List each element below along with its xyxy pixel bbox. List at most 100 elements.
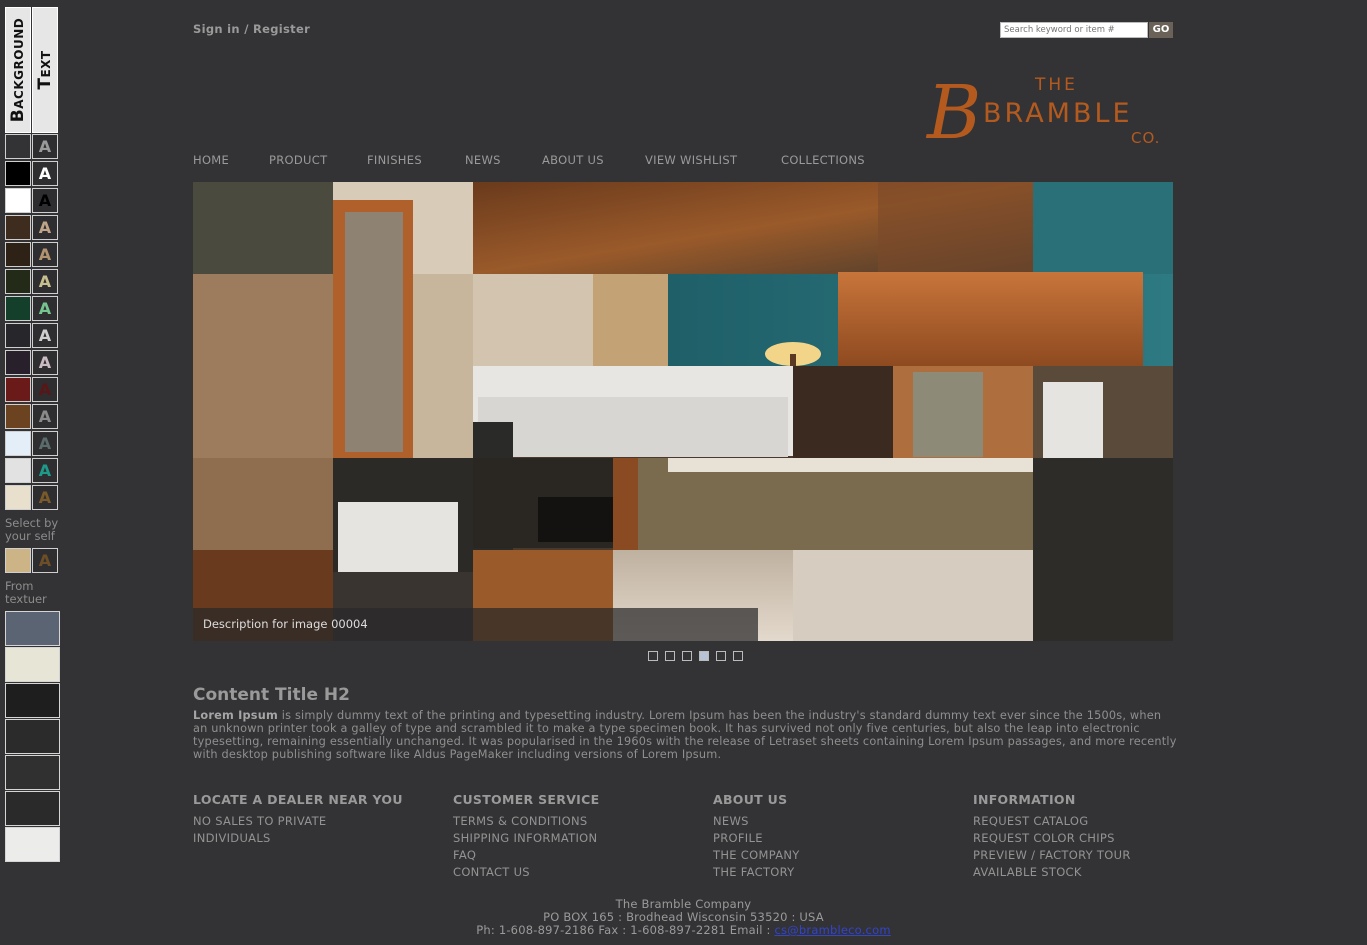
slide-dot[interactable] xyxy=(733,651,743,661)
text-color-swatch[interactable]: A xyxy=(32,377,58,402)
nav-home[interactable]: HOME xyxy=(193,153,229,167)
background-swatch[interactable] xyxy=(5,269,31,294)
background-swatch[interactable] xyxy=(5,296,31,321)
slide-dot[interactable] xyxy=(699,651,709,661)
texture-swatch[interactable] xyxy=(5,647,60,682)
account-links: Sign in / Register xyxy=(193,22,310,36)
text-color-swatch[interactable]: A xyxy=(32,242,58,267)
footer-col-dealer: LOCATE A DEALER NEAR YOU NO SALES TO PRI… xyxy=(193,792,443,847)
footer-col-about-us: ABOUT US NEWS PROFILE THE COMPANY THE FA… xyxy=(713,792,963,881)
footer-link[interactable]: PREVIEW / FACTORY TOUR xyxy=(973,847,1223,864)
search-go-button[interactable]: GO xyxy=(1149,22,1173,38)
text-color-swatch[interactable]: A xyxy=(32,404,58,429)
background-label: Background xyxy=(8,17,28,123)
text-color-swatch[interactable]: A xyxy=(32,485,58,510)
hero-image xyxy=(193,182,1173,641)
search-input[interactable] xyxy=(1000,22,1148,38)
nav-view-wishlist[interactable]: VIEW WISHLIST xyxy=(645,153,737,167)
content-title: Content Title H2 xyxy=(193,685,350,705)
background-swatch[interactable] xyxy=(5,458,31,483)
logo-bramble: BRAMBLE xyxy=(983,98,1133,129)
text-color-swatch[interactable]: A xyxy=(32,431,58,456)
footer-heading: CUSTOMER SERVICE xyxy=(453,792,600,807)
nav-finishes[interactable]: FINISHES xyxy=(367,153,422,167)
custom-text-swatch[interactable]: A xyxy=(32,548,58,573)
background-header: Background xyxy=(5,7,31,133)
background-swatch[interactable] xyxy=(5,134,31,159)
background-swatch[interactable] xyxy=(5,215,31,240)
footer-link[interactable]: THE COMPANY xyxy=(713,847,963,864)
footer-link[interactable]: FAQ xyxy=(453,847,703,864)
texture-swatch[interactable] xyxy=(5,827,60,862)
from-texture-label: From textuer xyxy=(5,579,47,606)
logo-the: THE xyxy=(1034,75,1078,95)
text-color-swatch[interactable]: A xyxy=(32,188,58,213)
select-by-yourself-label: Select by your self xyxy=(5,516,59,543)
text-color-swatch[interactable]: A xyxy=(32,296,58,321)
slide-dot[interactable] xyxy=(665,651,675,661)
text-color-swatch[interactable]: A xyxy=(32,161,58,186)
texture-swatch[interactable] xyxy=(5,791,60,826)
footer-link[interactable]: AVAILABLE STOCK xyxy=(973,864,1223,881)
custom-background-swatch[interactable] xyxy=(5,548,31,573)
footer-link[interactable]: INDIVIDUALS xyxy=(193,830,443,847)
slide-dot[interactable] xyxy=(682,651,692,661)
email-link[interactable]: cs@brambleco.com xyxy=(774,923,890,937)
background-swatch[interactable] xyxy=(5,485,31,510)
text-color-swatch[interactable]: A xyxy=(32,323,58,348)
background-swatch[interactable] xyxy=(5,350,31,375)
nav-news[interactable]: NEWS xyxy=(465,153,501,167)
text-color-swatch[interactable]: A xyxy=(32,458,58,483)
slide-dot[interactable] xyxy=(716,651,726,661)
background-swatch[interactable] xyxy=(5,161,31,186)
slide-caption: Description for image 00004 xyxy=(193,608,758,641)
nav-collections[interactable]: COLLECTIONS xyxy=(781,153,865,167)
texture-swatch[interactable] xyxy=(5,755,60,790)
footer-col-information: INFORMATION REQUEST CATALOG REQUEST COLO… xyxy=(973,792,1223,881)
company-phone: Ph: 1-608-897-2186 Fax : 1-608-897-2281 … xyxy=(476,923,775,937)
content-body: Lorem Ipsum is simply dummy text of the … xyxy=(193,709,1178,761)
text-label: Text xyxy=(35,50,55,90)
background-swatch[interactable] xyxy=(5,431,31,456)
register-link[interactable]: Register xyxy=(253,22,310,36)
content-text: is simply dummy text of the printing and… xyxy=(193,709,1177,761)
text-header: Text xyxy=(32,7,58,133)
background-swatch[interactable] xyxy=(5,188,31,213)
footer-link[interactable]: NEWS xyxy=(713,813,963,830)
bramble-logo[interactable]: THE B BRAMBLE CO. xyxy=(925,70,1175,150)
nav-product[interactable]: PRODUCT xyxy=(269,153,327,167)
text-color-swatch[interactable]: A xyxy=(32,215,58,240)
footer-link[interactable]: SHIPPING INFORMATION xyxy=(453,830,703,847)
footer-link[interactable]: CONTACT US xyxy=(453,864,703,881)
texture-swatch[interactable] xyxy=(5,611,60,646)
background-swatch[interactable] xyxy=(5,377,31,402)
text-color-swatch[interactable]: A xyxy=(32,269,58,294)
footer-link[interactable]: TERMS & CONDITIONS xyxy=(453,813,703,830)
footer-heading: LOCATE A DEALER NEAR YOU xyxy=(193,792,403,807)
footer-heading: ABOUT US xyxy=(713,792,788,807)
account-separator: / xyxy=(239,22,253,36)
footer-col-customer-service: CUSTOMER SERVICE TERMS & CONDITIONS SHIP… xyxy=(453,792,703,881)
texture-swatch[interactable] xyxy=(5,683,60,718)
nav-about-us[interactable]: ABOUT US xyxy=(542,153,604,167)
sign-in-link[interactable]: Sign in xyxy=(193,22,240,36)
text-color-swatch[interactable]: A xyxy=(32,350,58,375)
logo-b-glyph: B xyxy=(925,70,981,150)
footer-link[interactable]: REQUEST CATALOG xyxy=(973,813,1223,830)
logo-co: CO. xyxy=(1131,129,1160,147)
footer-heading: INFORMATION xyxy=(973,792,1076,807)
background-swatch[interactable] xyxy=(5,323,31,348)
slide-dot[interactable] xyxy=(648,651,658,661)
content-lead: Lorem Ipsum xyxy=(193,709,278,722)
background-swatch[interactable] xyxy=(5,404,31,429)
texture-swatch[interactable] xyxy=(5,719,60,754)
footer-link[interactable]: PROFILE xyxy=(713,830,963,847)
company-address: The Bramble Company PO BOX 165 : Brodhea… xyxy=(0,898,1367,937)
background-swatch[interactable] xyxy=(5,242,31,267)
footer-link[interactable]: THE FACTORY xyxy=(713,864,963,881)
text-color-swatch[interactable]: A xyxy=(32,134,58,159)
footer-link[interactable]: REQUEST COLOR CHIPS xyxy=(973,830,1223,847)
footer-link[interactable]: NO SALES TO PRIVATE xyxy=(193,813,443,830)
company-contact: Ph: 1-608-897-2186 Fax : 1-608-897-2281 … xyxy=(0,924,1367,937)
hero-slideshow[interactable]: Description for image 00004 xyxy=(193,182,1173,641)
